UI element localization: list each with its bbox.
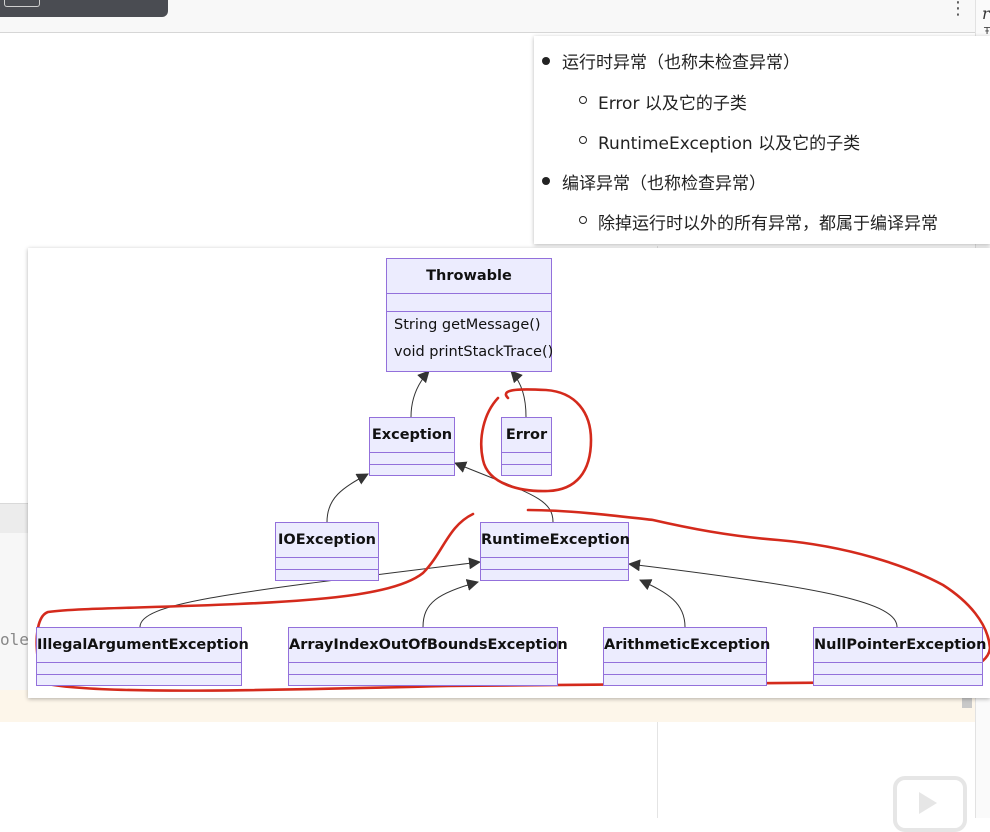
class-divider [276, 557, 378, 558]
class-divider [370, 452, 454, 453]
class-name: Exception [371, 427, 453, 443]
class-divider [289, 674, 557, 675]
gutter-text: r [982, 4, 990, 23]
class-divider [814, 674, 982, 675]
side-panel [0, 533, 30, 690]
side-panel-header [0, 503, 30, 534]
class-divider [481, 557, 628, 558]
play-icon [919, 792, 937, 814]
list-item-compile: 除掉运行时以外的所有异常，都属于编译异常 [598, 214, 938, 234]
video-watermark-icon [893, 776, 967, 832]
class-name: Throwable [426, 268, 512, 284]
class-divider [37, 674, 241, 675]
class-divider [814, 662, 982, 663]
bullet-icon [542, 57, 550, 65]
class-name: ArithmeticException [604, 637, 771, 653]
class-diagram: Throwable String getMessage() void print… [28, 248, 990, 698]
list-item-runtime: 运行时异常（也称未检查异常） [562, 53, 800, 73]
editor-tab[interactable] [0, 0, 168, 17]
list-item-error: Error 以及它的子类 [598, 94, 747, 114]
class-divider [370, 464, 454, 465]
class-throwable[interactable]: Throwable String getMessage() void print… [386, 258, 554, 372]
edge-nullpointer-runtime [628, 559, 898, 628]
edge-exception-throwable [410, 370, 430, 418]
class-divider [387, 293, 551, 294]
class-divider [502, 452, 551, 453]
edge-arithmetic-runtime [639, 579, 686, 628]
class-divider [604, 674, 766, 675]
class-divider [289, 662, 557, 663]
exception-types-popup: 运行时异常（也称未检查异常） Error 以及它的子类 RuntimeExcep… [534, 36, 990, 244]
edge-array-runtime [422, 579, 479, 628]
sub-bullet-icon [579, 216, 587, 224]
class-method: void printStackTrace() [394, 344, 554, 360]
class-divider [481, 569, 628, 570]
edge-error-throwable [510, 370, 527, 418]
class-divider [387, 311, 551, 312]
class-divider [37, 662, 241, 663]
more-options-icon[interactable]: ⋮ [949, 0, 967, 22]
class-divider [604, 662, 766, 663]
class-exception[interactable]: Exception [369, 417, 455, 476]
class-divider [502, 464, 551, 465]
class-name: IllegalArgumentException [37, 637, 249, 653]
class-nullpointerexception[interactable]: NullPointerException [813, 627, 987, 686]
class-arrayindexoutofboundsexception[interactable]: ArrayIndexOutOfBoundsException [288, 627, 568, 686]
sub-bullet-icon [579, 96, 587, 104]
tab-handle[interactable] [4, 0, 40, 7]
class-name: RuntimeException [481, 532, 630, 548]
class-runtimeexception[interactable]: RuntimeException [480, 522, 630, 581]
class-name: ArrayIndexOutOfBoundsException [289, 637, 568, 653]
class-name: IOException [278, 532, 376, 548]
code-fragment: ole [0, 630, 29, 649]
class-illegalargumentexception[interactable]: IllegalArgumentException [36, 627, 249, 686]
scrollbar-thumb[interactable] [962, 698, 972, 708]
class-name: NullPointerException [814, 637, 987, 653]
class-divider [276, 569, 378, 570]
class-arithmeticexception[interactable]: ArithmeticException [603, 627, 771, 686]
class-ioexception[interactable]: IOException [275, 522, 379, 581]
edge-ioexception-exception [326, 473, 369, 523]
class-method: String getMessage() [394, 317, 541, 333]
bullet-icon [542, 177, 550, 185]
list-item-checked: 编译异常（也称检查异常） [562, 174, 766, 194]
class-error[interactable]: Error [501, 417, 552, 476]
class-name: Error [505, 427, 548, 443]
sub-bullet-icon [579, 136, 587, 144]
list-item-runtimeexception: RuntimeException 以及它的子类 [598, 134, 861, 154]
